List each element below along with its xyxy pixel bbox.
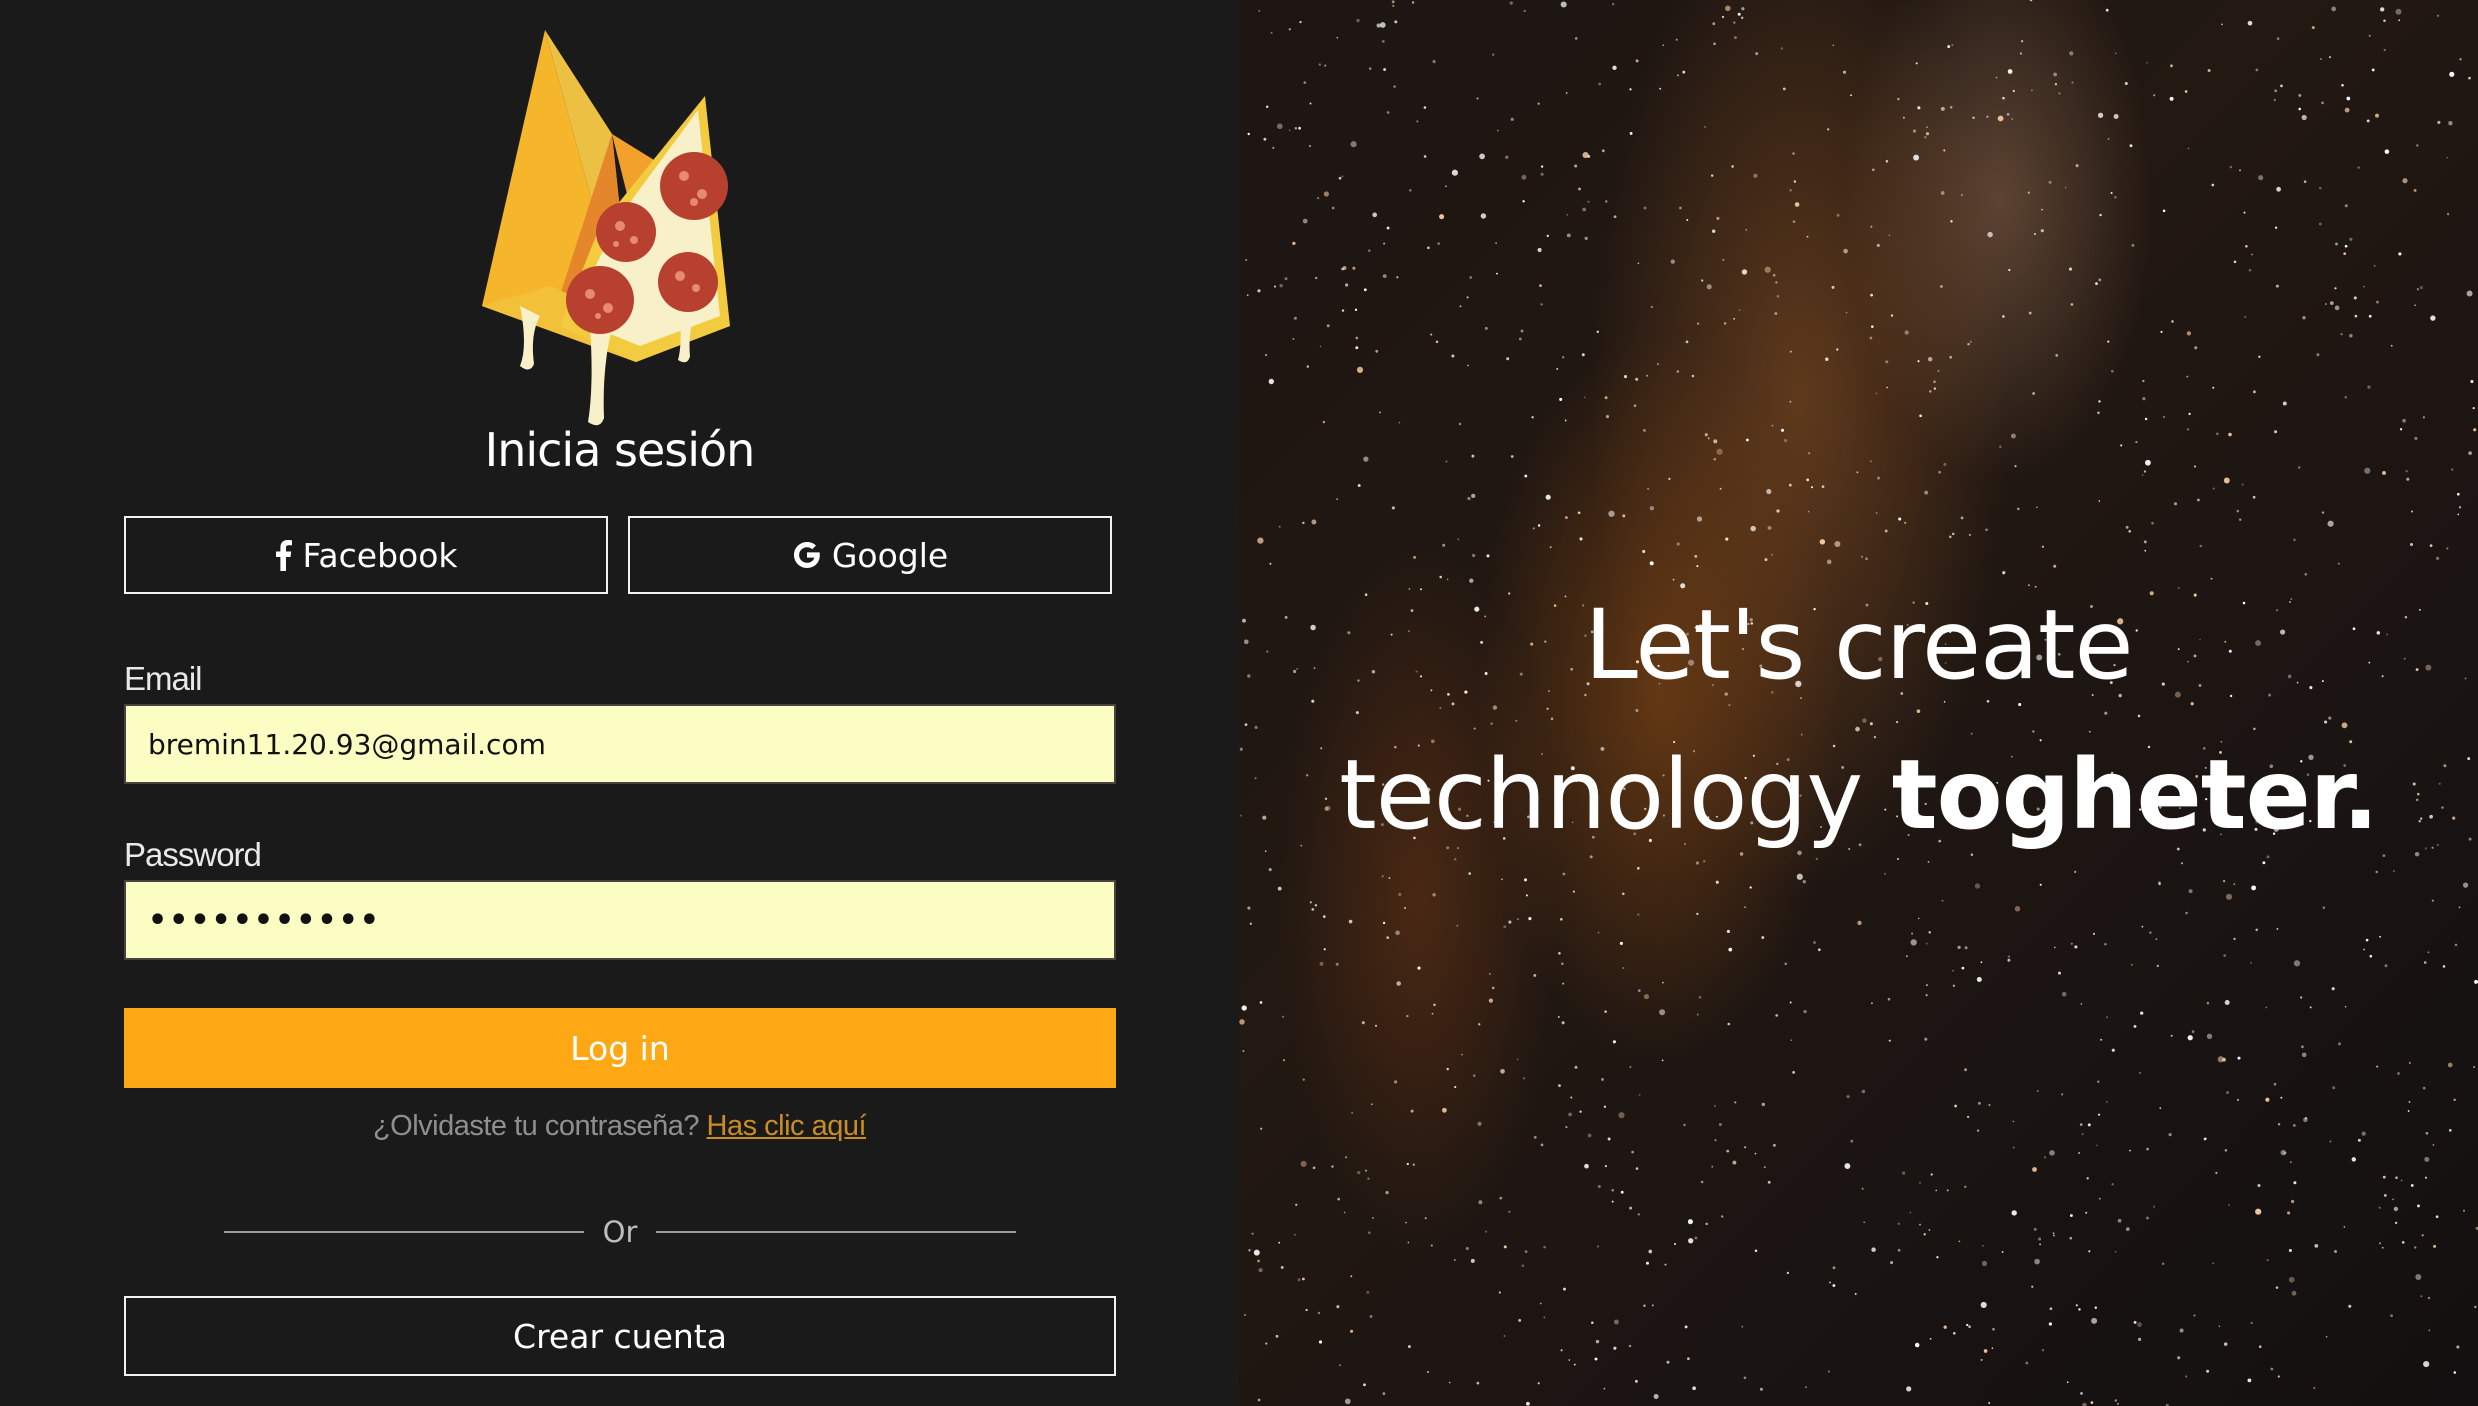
google-icon bbox=[792, 540, 822, 570]
facebook-login-label: Facebook bbox=[302, 535, 458, 575]
password-field[interactable]: ••••••••••• bbox=[124, 880, 1116, 960]
google-login-label: Google bbox=[831, 535, 949, 575]
forgot-password-row: ¿Olvidaste tu contraseña? Has clic aquí bbox=[0, 1110, 1239, 1143]
login-button[interactable]: Log in bbox=[124, 1008, 1116, 1088]
facebook-icon bbox=[274, 539, 293, 571]
password-label: Password bbox=[124, 836, 262, 873]
forgot-password-text: ¿Olvidaste tu contraseña? bbox=[372, 1110, 700, 1142]
facebook-login-button[interactable]: Facebook bbox=[124, 516, 608, 594]
divider-right bbox=[656, 1231, 1016, 1233]
hero-line-1: Let's create bbox=[1584, 589, 2133, 701]
hero-line-2-regular: technology bbox=[1339, 739, 1863, 851]
login-page: Inicia sesión Facebook Google Email brem… bbox=[0, 0, 2478, 1406]
page-title: Inicia sesión bbox=[484, 423, 756, 477]
divider-left bbox=[224, 1231, 584, 1233]
or-divider-text: Or bbox=[602, 1215, 638, 1249]
hero-line-2-bold: togheter. bbox=[1891, 739, 2379, 851]
hero-headline: Let's create technology togheter. bbox=[1239, 570, 2478, 870]
hero-line-2: technology togheter. bbox=[1239, 720, 2478, 870]
create-account-button[interactable]: Crear cuenta bbox=[124, 1296, 1116, 1376]
google-login-button[interactable]: Google bbox=[628, 516, 1112, 594]
email-label: Email bbox=[124, 660, 203, 697]
forgot-password-link[interactable]: Has clic aquí bbox=[707, 1110, 867, 1142]
email-field[interactable]: bremin11.20.93@gmail.com bbox=[124, 704, 1116, 784]
login-panel: Inicia sesión Facebook Google Email brem… bbox=[0, 0, 1239, 1406]
hero-panel: Let's create technology togheter. bbox=[1239, 0, 2478, 1406]
pizza-fire-logo bbox=[482, 30, 730, 426]
